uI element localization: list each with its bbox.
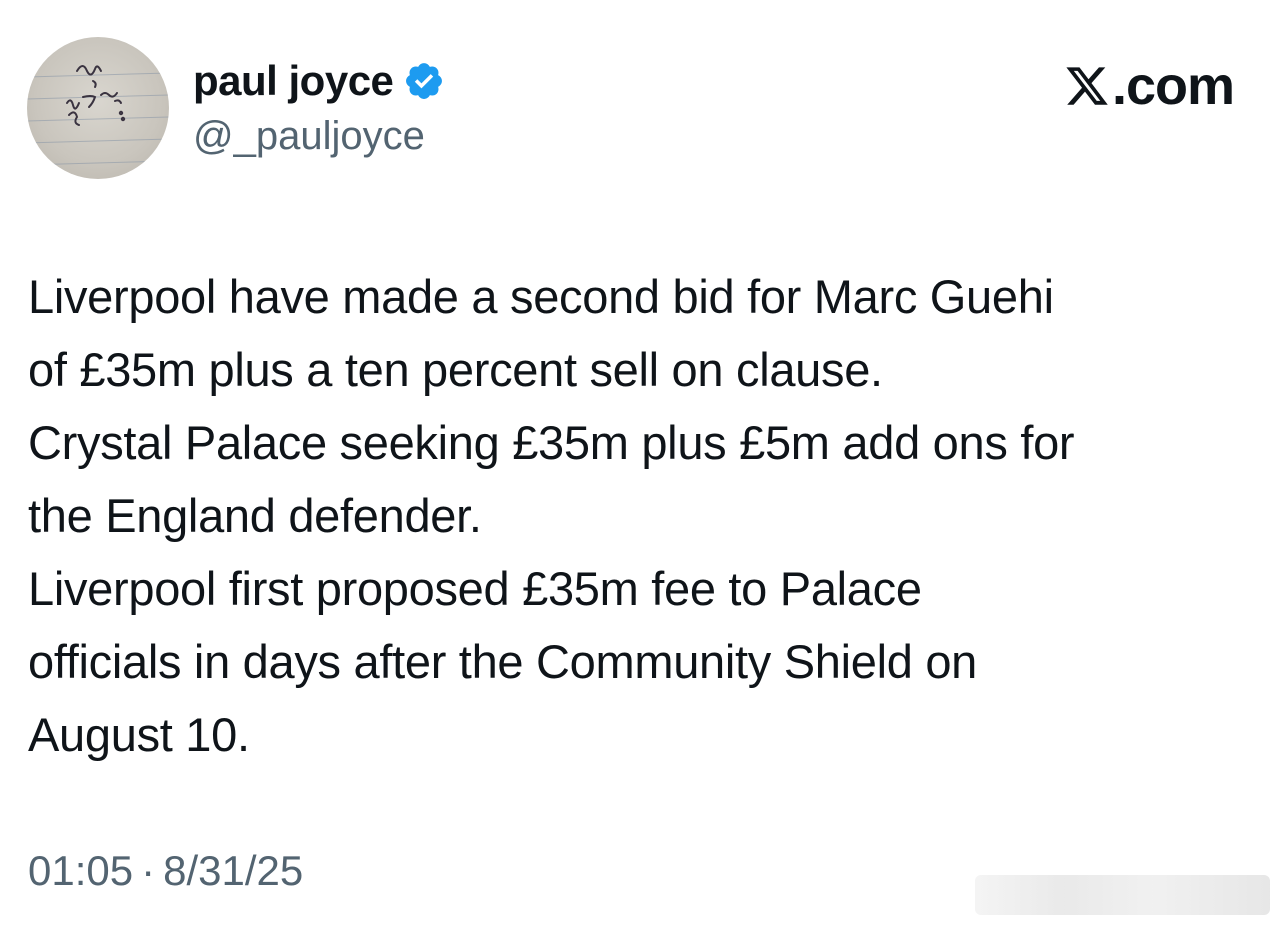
tweet-date: 8/31/25 <box>163 847 304 894</box>
tweet-timestamp[interactable]: 01:05 · 8/31/25 <box>28 850 303 892</box>
tweet-text-line: Liverpool first proposed £35m fee to Pal… <box>28 562 922 615</box>
tweet-text-line: August 10. <box>28 708 250 761</box>
avatar[interactable] <box>27 37 169 179</box>
tweet-text-line: Liverpool have made a second bid for Mar… <box>28 270 1054 323</box>
tweet-time: 01:05 <box>28 847 134 894</box>
tweet-text-line: officials in days after the Community Sh… <box>28 635 978 688</box>
blurred-watermark <box>975 875 1270 915</box>
tweet-text: Liverpool have made a second bid for Mar… <box>28 260 1268 771</box>
brand-text: .com <box>1111 56 1235 116</box>
author-name-row: paul joyce <box>193 55 445 107</box>
x-logo-icon <box>1064 63 1110 109</box>
author-handle[interactable]: @_pauljoyce <box>193 116 425 156</box>
tweet-text-line: Crystal Palace seeking £35m plus £5m add… <box>28 416 1075 469</box>
tweet-text-line: of £35m plus a ten percent sell on claus… <box>28 343 883 396</box>
handwriting-avatar-icon <box>27 65 169 166</box>
timestamp-separator: · <box>141 847 156 894</box>
author-display-name[interactable]: paul joyce <box>193 60 394 102</box>
brand-watermark: .com <box>1064 56 1235 116</box>
verified-badge-icon <box>403 60 445 102</box>
tweet-card: paul joyce @_pauljoyce .com Liverpool ha… <box>0 0 1284 929</box>
tweet-text-line: the England defender. <box>28 489 482 542</box>
